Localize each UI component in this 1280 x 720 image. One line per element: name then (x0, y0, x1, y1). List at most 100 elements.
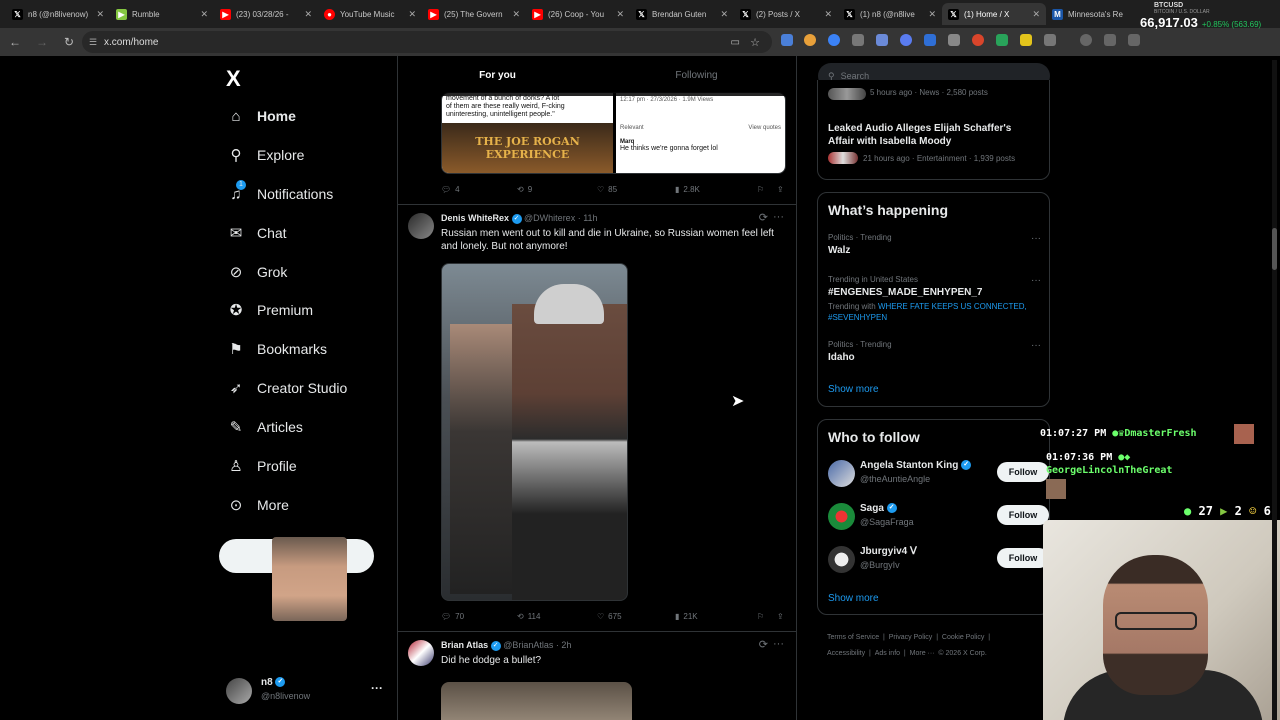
tab-following[interactable]: Following (597, 56, 796, 96)
sidebar-item-profile[interactable]: ♙ Profile (218, 449, 398, 483)
extension-icon[interactable] (1104, 34, 1116, 46)
extension-icon[interactable] (900, 34, 912, 46)
sidebar-item-premium[interactable]: ✪ Premium (218, 293, 398, 327)
cast-icon[interactable]: ▭ (731, 37, 740, 48)
tweet-video[interactable] (441, 263, 628, 601)
extension-icon[interactable] (804, 34, 816, 46)
footer-link[interactable]: More ··· (910, 650, 935, 657)
more-options-icon[interactable]: ··· (773, 211, 784, 223)
author-name[interactable]: Denis WhiteRex (441, 213, 509, 223)
sidebar-item-bookmarks[interactable]: ⚑ Bookmarks (218, 332, 398, 366)
news-story[interactable]: Leaked Audio Alleges Elijah Schaffer's A… (828, 122, 1038, 164)
tweet-media[interactable]: movement of a bunch of dorks? A lot of t… (441, 92, 786, 174)
extension-icon[interactable] (972, 34, 984, 46)
tweet-media[interactable] (441, 682, 632, 720)
browser-tab-active[interactable]: 𝕏 (1) Home / X ✕ (942, 3, 1046, 25)
extension-icon[interactable] (948, 34, 960, 46)
author-name[interactable]: Brian Atlas (441, 640, 488, 650)
more-options-icon[interactable]: ··· (1031, 275, 1041, 286)
like-button[interactable]: ♡ 85 (597, 185, 675, 194)
follow-button[interactable]: Follow (997, 548, 1049, 568)
avatar[interactable] (408, 640, 434, 666)
reload-icon[interactable]: ↻ (57, 35, 81, 49)
scrollbar[interactable] (1272, 60, 1277, 720)
show-more-link[interactable]: Show more (828, 384, 879, 395)
extension-icon[interactable] (828, 34, 840, 46)
back-icon[interactable]: ← (3, 35, 27, 49)
grok-icon[interactable]: ⟳ (759, 638, 768, 651)
tweet[interactable]: Brian Atlas ✓ @BrianAtlas · 2h ⟳ ··· Did… (408, 638, 788, 680)
tab-for-you[interactable]: For you (398, 56, 597, 96)
close-icon[interactable]: ✕ (1032, 9, 1040, 20)
more-options-icon[interactable]: ··· (773, 638, 784, 650)
reply-button[interactable]: 💬︎ 4 (441, 185, 517, 194)
repost-button[interactable]: ⟲ 9 (517, 185, 597, 194)
close-icon[interactable]: ✕ (512, 9, 520, 20)
grok-icon[interactable]: ⟳ (759, 211, 768, 224)
close-icon[interactable]: ✕ (616, 9, 624, 20)
views-button[interactable]: ▮ 2.8K (675, 185, 757, 194)
sidebar-item-more[interactable]: ⊙ More (218, 488, 398, 522)
follow-suggestion[interactable]: Jburgyiv4 ᐯ @BurgyIv Follow (828, 544, 1049, 578)
share-icon[interactable]: ⇪ (777, 612, 784, 621)
bookmark-icon[interactable]: ⚐ (757, 185, 777, 194)
star-icon[interactable]: ☆ (750, 36, 760, 49)
sidebar-item-grok[interactable]: ⊘ Grok (218, 255, 398, 289)
sidebar-item-creator-studio[interactable]: ➶ Creator Studio (218, 371, 398, 405)
close-icon[interactable]: ✕ (200, 9, 208, 20)
extension-icon[interactable] (876, 34, 888, 46)
extension-icon[interactable] (996, 34, 1008, 46)
browser-tab[interactable]: ▶ (26) Coop - You ✕ (526, 3, 630, 25)
sidebar-item-chat[interactable]: ✉ Chat (218, 216, 398, 250)
extension-icon[interactable] (781, 34, 793, 46)
footer-link[interactable]: Cookie Policy (942, 634, 984, 641)
close-icon[interactable]: ✕ (96, 9, 104, 20)
close-icon[interactable]: ✕ (720, 9, 728, 20)
browser-tab[interactable]: 𝕏 Brendan Guten ✕ (630, 3, 734, 25)
x-logo[interactable]: X (226, 66, 241, 92)
sidebar-item-articles[interactable]: ✎ Articles (218, 410, 398, 444)
browser-tab[interactable]: M Minnesota's Re (1046, 3, 1144, 25)
more-options-icon[interactable]: ··· (1031, 233, 1041, 244)
extension-icon[interactable] (852, 34, 864, 46)
trend-item[interactable]: Trending in United States #ENGENES_MADE_… (828, 275, 1043, 323)
reply-button[interactable]: 💬︎ 70 (441, 612, 517, 621)
sidebar-item-notifications[interactable]: ♫ 1 Notifications (218, 177, 398, 211)
follow-button[interactable]: Follow (997, 505, 1049, 525)
repost-button[interactable]: ⟲ 114 (517, 612, 597, 621)
sidebar-item-explore[interactable]: ⚲ Explore (218, 138, 398, 172)
devtools-icon[interactable] (1128, 34, 1140, 46)
browser-tab[interactable]: ▶ Rumble ✕ (110, 3, 214, 25)
footer-link[interactable]: Terms of Service (827, 634, 879, 641)
avatar[interactable] (408, 213, 434, 239)
url-field[interactable]: ☰ x.com/home ▭ ☆ (82, 31, 772, 53)
like-button[interactable]: ♡ 675 (597, 612, 675, 621)
more-options-icon[interactable]: ··· (371, 681, 383, 695)
sidebar-item-home[interactable]: ⌂ Home (218, 99, 398, 133)
browser-tab[interactable]: ● YouTube Music ✕ (318, 3, 422, 25)
puzzle-icon[interactable] (1044, 34, 1056, 46)
account-switcher[interactable]: n8 ✓ @n8livenow ··· (226, 676, 386, 706)
scrollbar-thumb[interactable] (1272, 228, 1277, 270)
site-info-icon[interactable]: ☰ (89, 37, 97, 48)
follow-suggestion[interactable]: Angela Stanton King ✓ @theAuntieAngle Fo… (828, 458, 1049, 492)
trend-item[interactable]: Politics · Trending Idaho ··· (828, 340, 1043, 363)
browser-tab[interactable]: 𝕏n8 (@n8livenow) ✕ (6, 3, 110, 25)
avatar[interactable] (828, 460, 855, 487)
trend-item[interactable]: Politics · Trending Walz ··· (828, 233, 1043, 256)
close-icon[interactable]: ✕ (824, 9, 832, 20)
extension-icon[interactable] (924, 34, 936, 46)
extension-icon[interactable] (1020, 34, 1032, 46)
share-icon[interactable]: ⇪ (777, 185, 784, 194)
browser-tab[interactable]: ▶ (25) The Govern ✕ (422, 3, 526, 25)
close-icon[interactable]: ✕ (408, 9, 416, 20)
follow-button[interactable]: Follow (997, 462, 1049, 482)
footer-link[interactable]: Accessibility (827, 650, 865, 657)
footer-link[interactable]: Privacy Policy (889, 634, 933, 641)
views-button[interactable]: ▮ 21K (675, 612, 757, 621)
close-icon[interactable]: ✕ (304, 9, 312, 20)
browser-tab[interactable]: ▶ (23) 03/28/26 - ✕ (214, 3, 318, 25)
show-more-link[interactable]: Show more (828, 593, 879, 604)
browser-tab[interactable]: 𝕏 (1) n8 (@n8live ✕ (838, 3, 942, 25)
forward-icon[interactable]: → (30, 35, 54, 49)
